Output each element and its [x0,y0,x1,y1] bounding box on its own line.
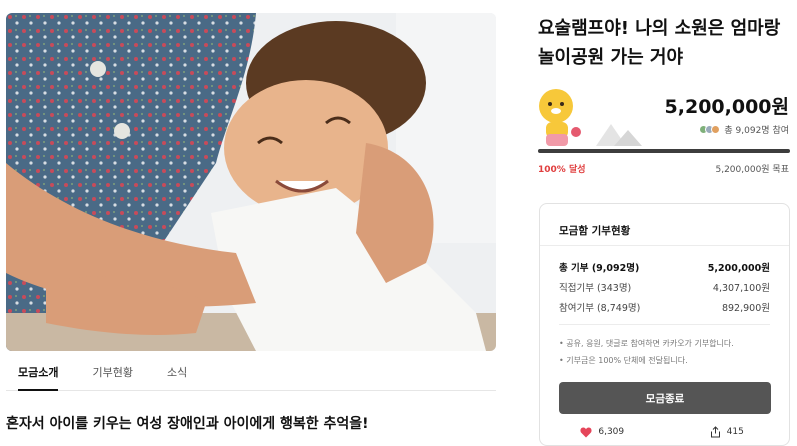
row-label: 참여기부 (8,749명) [559,303,641,314]
row-label: 총 기부 (9,092명) [559,263,640,274]
info-note: • 기부금은 100% 단체에 전달됩니다. [559,356,688,365]
heart-icon [580,427,592,437]
raised-amount: 5,200,000원 [664,96,789,118]
hero-photo [6,13,496,351]
row-value: 4,307,100원 [712,283,770,294]
share-count: 415 [726,427,744,437]
campaign-tabs: 모금소개 기부현황 소식 [6,360,496,391]
participant-count: 총 9,092명 참여 [699,123,789,136]
story-headline: 혼자서 아이를 키우는 여성 장애인과 아이에게 행복한 추억을! [6,416,369,432]
progress-percent: 100% 달성 [538,165,586,175]
donation-status-box: 모금함 기부현황 총 기부 (9,092명) 5,200,000원 직접기부 (… [539,203,790,446]
tab-donation-status[interactable]: 기부현황 [92,360,132,391]
donation-box-title: 모금함 기부현황 [559,225,631,237]
donation-row-direct: 직접기부 (343명) 4,307,100원 [559,280,770,294]
row-value: 5,200,000원 [707,263,770,274]
lion-mascot-icon [539,89,642,146]
tab-campaign-intro[interactable]: 모금소개 [18,360,59,391]
like-button[interactable]: 6,309 [540,426,665,438]
info-note: • 공유, 응원, 댓글로 참여하면 카카오가 기부합니다. [559,339,734,348]
participant-avatars [699,125,721,134]
fundraising-closed-button[interactable]: 모금종료 [559,382,771,414]
divider [559,324,770,325]
action-bar: 6,309 415 [540,426,789,438]
campaign-title: 요술램프야! 나의 소원은 엄마랑 놀이공원 가는 거야 [538,18,781,68]
funding-progress-bar [538,149,790,153]
mascot-illustration [536,84,646,150]
funding-progress-fill [538,149,790,153]
share-button[interactable]: 415 [665,426,790,438]
divider [540,245,789,246]
tab-news[interactable]: 소식 [167,360,187,391]
donation-row-total: 총 기부 (9,092명) 5,200,000원 [559,260,770,274]
share-icon [710,426,720,438]
like-count: 6,309 [598,427,625,437]
donation-row-participation: 참여기부 (8,749명) 892,900원 [559,300,770,314]
campaign-hero-image [6,13,496,351]
participant-count-label: 총 9,092명 참여 [724,126,789,136]
goal-amount: 5,200,000원 목표 [715,165,789,175]
row-value: 892,900원 [721,303,770,314]
row-label: 직접기부 (343명) [559,283,632,294]
